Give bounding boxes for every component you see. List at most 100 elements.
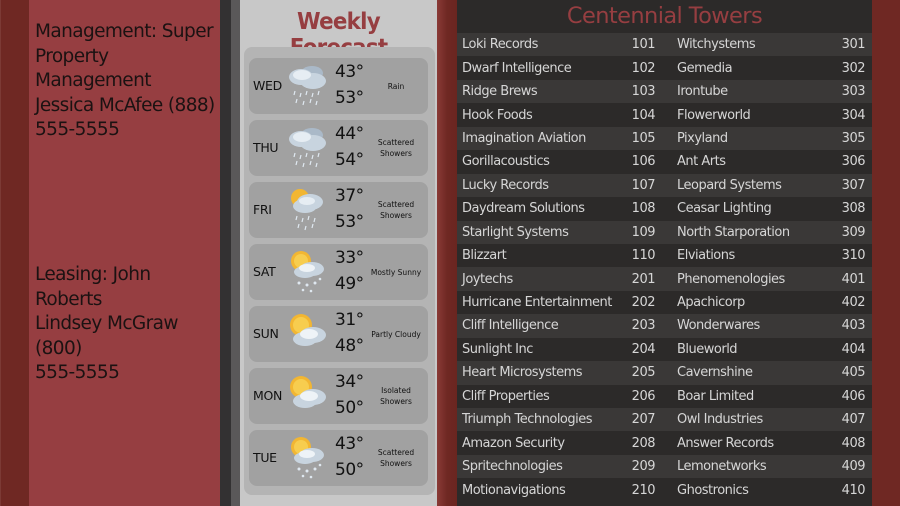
tenant-name: Ridge Brews (462, 84, 538, 100)
rain-cloud-icon (285, 123, 331, 173)
condition: Scattered Showers (365, 120, 427, 176)
suite-number: 406 (841, 388, 865, 404)
suite-number: 404 (841, 341, 865, 357)
building-title: Centennial Towers (566, 3, 763, 29)
condition-text: Mostly Sunny (370, 267, 422, 277)
sun-cloud-drizzle-icon (285, 247, 331, 297)
tenant-name: Owl Industries (677, 412, 763, 428)
suite-number: 104 (631, 107, 656, 123)
suite-number: 210 (631, 482, 656, 498)
tenant-name: Ant Arts (677, 154, 726, 170)
suite-number: 308 (841, 201, 865, 217)
table-row: Ridge Brews 103 Irontube 303 (457, 79, 872, 104)
tenant-name: Gorillacoustics (462, 154, 550, 170)
high-temp: 31° (335, 310, 364, 330)
condition-text: Scattered Showers (377, 138, 415, 158)
low-temp: 48° (335, 336, 364, 356)
tenant-name: Blizzart (462, 248, 507, 264)
tenant-name: Hurricane Entertainment (462, 295, 612, 311)
tenant-table: Loki Records 101 Witchystems 301 Dwarf Intel… (457, 33, 872, 502)
condition: Partly Cloudy (365, 306, 427, 362)
table-row: Cliff Properties 206 Boar Limited 406 (457, 384, 872, 408)
suite-number: 304 (841, 107, 865, 123)
day-name: WED (253, 78, 282, 93)
weather-panel: Weekly Forecast WED43°53°RainTHU44°54°Sc… (240, 0, 437, 506)
table-row: Spritechnologies 209 Lemonetworks 409 (457, 454, 872, 479)
tenant-name: Cavernshine (677, 365, 753, 381)
tenant-name: Elviations (677, 248, 735, 264)
tenant-name: Flowerworld (677, 107, 751, 123)
day-name: THU (253, 140, 279, 155)
table-row: Imagination Aviation 105 Pixyland 305 (457, 126, 872, 151)
suite-number: 110 (631, 248, 656, 264)
table-row: Hook Foods 104 Flowerworld 304 (457, 103, 872, 127)
tenant-name: Lucky Records (462, 177, 549, 193)
suite-number: 206 (631, 388, 656, 404)
suite-number: 410 (841, 482, 865, 498)
suite-number: 106 (631, 154, 656, 170)
table-row: Loki Records 101 Witchystems 301 (457, 33, 872, 57)
sun-rain-cloud-icon (285, 185, 331, 235)
day-name: TUE (253, 450, 277, 465)
suite-number: 402 (841, 295, 865, 311)
high-temp: 37° (335, 186, 364, 206)
tenant-name: Daydream Solutions (462, 201, 585, 217)
sun-cloud-icon (285, 371, 331, 421)
forecast-list: WED 43° 53° Rain THU 44° 54° Scattered Showers F… (244, 47, 435, 495)
suite-number: 201 (631, 271, 656, 287)
table-row: Sunlight Inc 204 Blueworld 404 (457, 337, 872, 362)
tenant-name: Amazon Security (462, 435, 565, 451)
condition: Scattered Showers (365, 182, 427, 238)
condition-text: Partly Cloudy (371, 329, 421, 339)
suite-number: 203 (631, 318, 656, 334)
low-temp: 50° (335, 398, 364, 418)
management-contact: Management: Super Property Management Je… (35, 21, 215, 140)
table-row: Amazon Security 208 Answer Records 408 (457, 431, 872, 455)
day-name: SAT (253, 264, 276, 279)
table-row: Hurricane Entertainment 202 Apachicorp 402 (457, 290, 872, 315)
suite-number: 204 (631, 341, 656, 357)
low-temp: 53° (335, 88, 364, 108)
contacts-panel: Management: Super Property Management Je… (29, 0, 220, 506)
suite-number: 205 (631, 365, 656, 381)
table-row: Daydream Solutions 108 Ceasar Lighting 308 (457, 197, 872, 221)
suite-number: 208 (631, 435, 656, 451)
tenant-name: Irontube (677, 84, 728, 100)
low-temp: 54° (335, 150, 364, 170)
tenant-name: Dwarf Intelligence (462, 60, 572, 76)
tenant-name: Answer Records (677, 435, 774, 451)
forecast-day-thu: THU 44° 54° Scattered Showers (249, 120, 428, 176)
directory-panel: Centennial Towers Loki Records 101 Witchys… (457, 0, 872, 506)
forecast-day-fri: FRI 37° 53° Scattered Showers (249, 182, 428, 238)
suite-number: 109 (631, 224, 656, 240)
forecast-day-sat: SAT 33° 49° Mostly Sunny (249, 244, 428, 300)
suite-number: 102 (631, 60, 656, 76)
divider (437, 0, 457, 506)
suite-number: 306 (841, 154, 865, 170)
tenant-name: Boar Limited (677, 388, 754, 404)
sun-cloud-icon (285, 309, 331, 359)
table-row: Blizzart 110 Elviations 310 (457, 243, 872, 268)
divider (220, 0, 231, 506)
suite-number: 209 (631, 459, 656, 475)
condition: Mostly Sunny (365, 244, 427, 300)
low-temp: 49° (335, 274, 364, 294)
high-temp: 43° (335, 62, 364, 82)
suite-number: 401 (841, 271, 865, 287)
forecast-day-wed: WED 43° 53° Rain (249, 58, 428, 114)
left-border (0, 0, 30, 506)
tenant-name: Triumph Technologies (462, 412, 593, 428)
day-name: FRI (253, 202, 272, 217)
suite-number: 408 (841, 435, 865, 451)
tenant-name: Lemonetworks (677, 459, 767, 475)
suite-number: 310 (841, 248, 865, 264)
forecast-day-tue: TUE 43° 50° Scattered Showers (249, 430, 428, 486)
right-border (872, 0, 900, 506)
tenant-name: Cliff Properties (462, 388, 550, 404)
day-name: MON (253, 388, 283, 403)
tenant-name: Hook Foods (462, 107, 533, 123)
suite-number: 107 (631, 177, 656, 193)
condition-text: Rain (387, 81, 405, 91)
suite-number: 309 (841, 224, 865, 240)
table-row: Starlight Systems 109 North Starporation 30… (457, 220, 872, 244)
